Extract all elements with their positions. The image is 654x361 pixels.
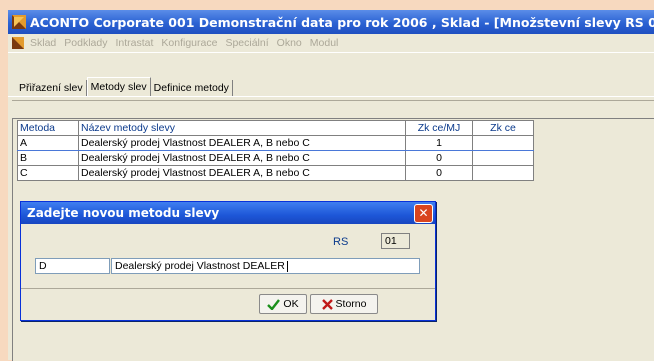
rs-value-field: 01 xyxy=(381,233,410,249)
table-row[interactable]: C Dealerský prodej Vlastnost DEALER A, B… xyxy=(17,165,534,181)
table-header-row: Metoda Název metody slevy Zk ce/MJ Zk ce xyxy=(17,120,534,136)
menu-item-podklady[interactable]: Podklady xyxy=(60,37,111,49)
storno-button[interactable]: Storno xyxy=(310,294,378,314)
table-row[interactable]: A Dealerský prodej Vlastnost DEALER A, B… xyxy=(17,135,534,151)
tab-prirazeni-slev[interactable]: Přiřazení slev xyxy=(16,80,87,96)
dialog-title-bar: Zadejte novou metodu slevy ✕ xyxy=(21,202,435,224)
ok-button[interactable]: OK xyxy=(259,294,307,314)
method-name-text: Dealerský prodej Vlastnost DEALER xyxy=(115,260,285,272)
new-method-dialog: Zadejte novou metodu slevy ✕ RS 01 D Dea… xyxy=(20,201,436,321)
checkmark-icon xyxy=(267,298,281,310)
cell-zk-ce-mj[interactable]: 0 xyxy=(405,165,473,181)
tab-definice-metody[interactable]: Definice metody xyxy=(151,80,233,96)
cell-metoda[interactable]: C xyxy=(17,165,79,181)
aconto-app-icon xyxy=(12,15,26,29)
tab-strip: Přiřazení slev Metody slev Definice meto… xyxy=(16,77,233,96)
cell-metoda[interactable]: A xyxy=(17,135,79,151)
cell-zk-ce-mj[interactable]: 1 xyxy=(405,135,473,151)
ok-label: OK xyxy=(283,298,299,310)
cell-zk-ce[interactable] xyxy=(472,150,534,166)
cell-metoda[interactable]: B xyxy=(17,150,79,166)
menu-item-sklad[interactable]: Sklad xyxy=(26,37,60,49)
column-header-metoda[interactable]: Metoda xyxy=(17,120,79,136)
cross-icon xyxy=(321,298,333,310)
menu-item-intrastat[interactable]: Intrastat xyxy=(111,37,157,49)
menu-item-konfigurace[interactable]: Konfigurace xyxy=(157,37,221,49)
method-name-input[interactable]: Dealerský prodej Vlastnost DEALER xyxy=(111,258,420,274)
close-icon[interactable]: ✕ xyxy=(414,204,433,223)
menu-item-modul[interactable]: Modul xyxy=(306,37,343,49)
cell-nazev[interactable]: Dealerský prodej Vlastnost DEALER A, B n… xyxy=(78,135,406,151)
table-row[interactable]: B Dealerský prodej Vlastnost DEALER A, B… xyxy=(17,150,534,166)
column-header-zk-ce-mj[interactable]: Zk ce/MJ xyxy=(405,120,473,136)
cell-zk-ce[interactable] xyxy=(472,165,534,181)
tab-divider xyxy=(8,96,654,97)
document-menu-icon[interactable] xyxy=(12,37,24,49)
discount-methods-table: Metoda Název metody slevy Zk ce/MJ Zk ce… xyxy=(17,120,534,181)
window-title: ACONTO Corporate 001 Demonstrační data p… xyxy=(30,14,654,30)
text-caret xyxy=(286,260,288,272)
rs-label: RS xyxy=(333,236,349,248)
cell-nazev[interactable]: Dealerský prodej Vlastnost DEALER A, B n… xyxy=(78,165,406,181)
cell-nazev[interactable]: Dealerský prodej Vlastnost DEALER A, B n… xyxy=(78,150,406,166)
menu-bar: Sklad Podklady Intrastat Konfigurace Spe… xyxy=(8,34,654,52)
menu-item-okno[interactable]: Okno xyxy=(273,37,306,49)
column-header-nazev[interactable]: Název metody slevy xyxy=(78,120,406,136)
menu-item-specialni[interactable]: Speciální xyxy=(221,37,272,49)
window-title-bar: ACONTO Corporate 001 Demonstrační data p… xyxy=(8,10,654,34)
method-code-input[interactable]: D xyxy=(35,258,110,274)
dialog-divider xyxy=(21,288,435,289)
storno-label: Storno xyxy=(335,298,367,310)
toolbar xyxy=(8,52,654,72)
filter-strip xyxy=(12,100,654,117)
cell-zk-ce[interactable] xyxy=(472,135,534,151)
cell-zk-ce-mj[interactable]: 0 xyxy=(405,150,473,166)
dialog-title: Zadejte novou metodu slevy xyxy=(27,206,220,220)
tab-metody-slev[interactable]: Metody slev xyxy=(86,77,151,96)
column-header-zk-ce[interactable]: Zk ce xyxy=(472,120,534,136)
